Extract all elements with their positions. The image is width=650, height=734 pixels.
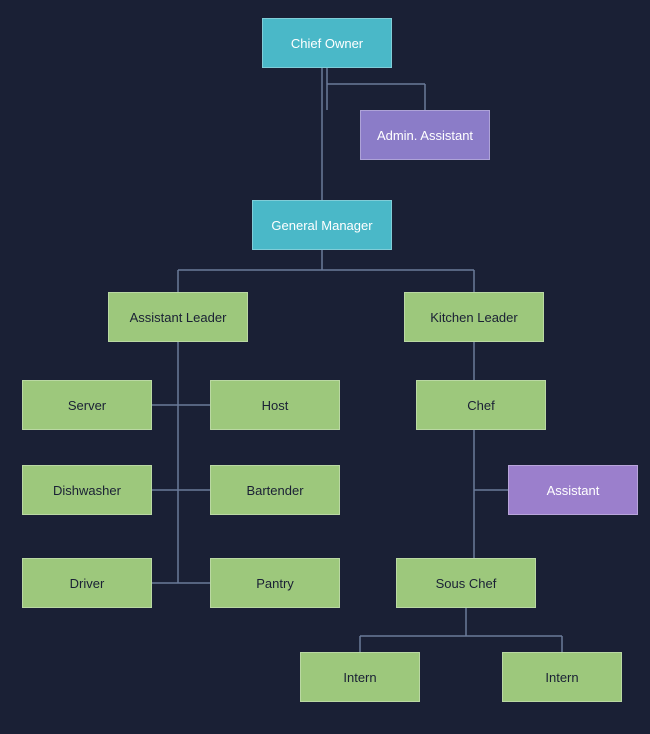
- host-node: Host: [210, 380, 340, 430]
- org-chart: Chief Owner Admin. Assistant General Man…: [0, 0, 650, 734]
- intern1-node: Intern: [300, 652, 420, 702]
- driver-node: Driver: [22, 558, 152, 608]
- bartender-node: Bartender: [210, 465, 340, 515]
- assistant-leader-node: Assistant Leader: [108, 292, 248, 342]
- admin-assistant-node: Admin. Assistant: [360, 110, 490, 160]
- chief-owner-node: Chief Owner: [262, 18, 392, 68]
- kitchen-leader-node: Kitchen Leader: [404, 292, 544, 342]
- pantry-node: Pantry: [210, 558, 340, 608]
- server-node: Server: [22, 380, 152, 430]
- intern2-node: Intern: [502, 652, 622, 702]
- chef-node: Chef: [416, 380, 546, 430]
- connector-lines: [0, 0, 650, 734]
- general-manager-node: General Manager: [252, 200, 392, 250]
- assistant-node: Assistant: [508, 465, 638, 515]
- sous-chef-node: Sous Chef: [396, 558, 536, 608]
- dishwasher-node: Dishwasher: [22, 465, 152, 515]
